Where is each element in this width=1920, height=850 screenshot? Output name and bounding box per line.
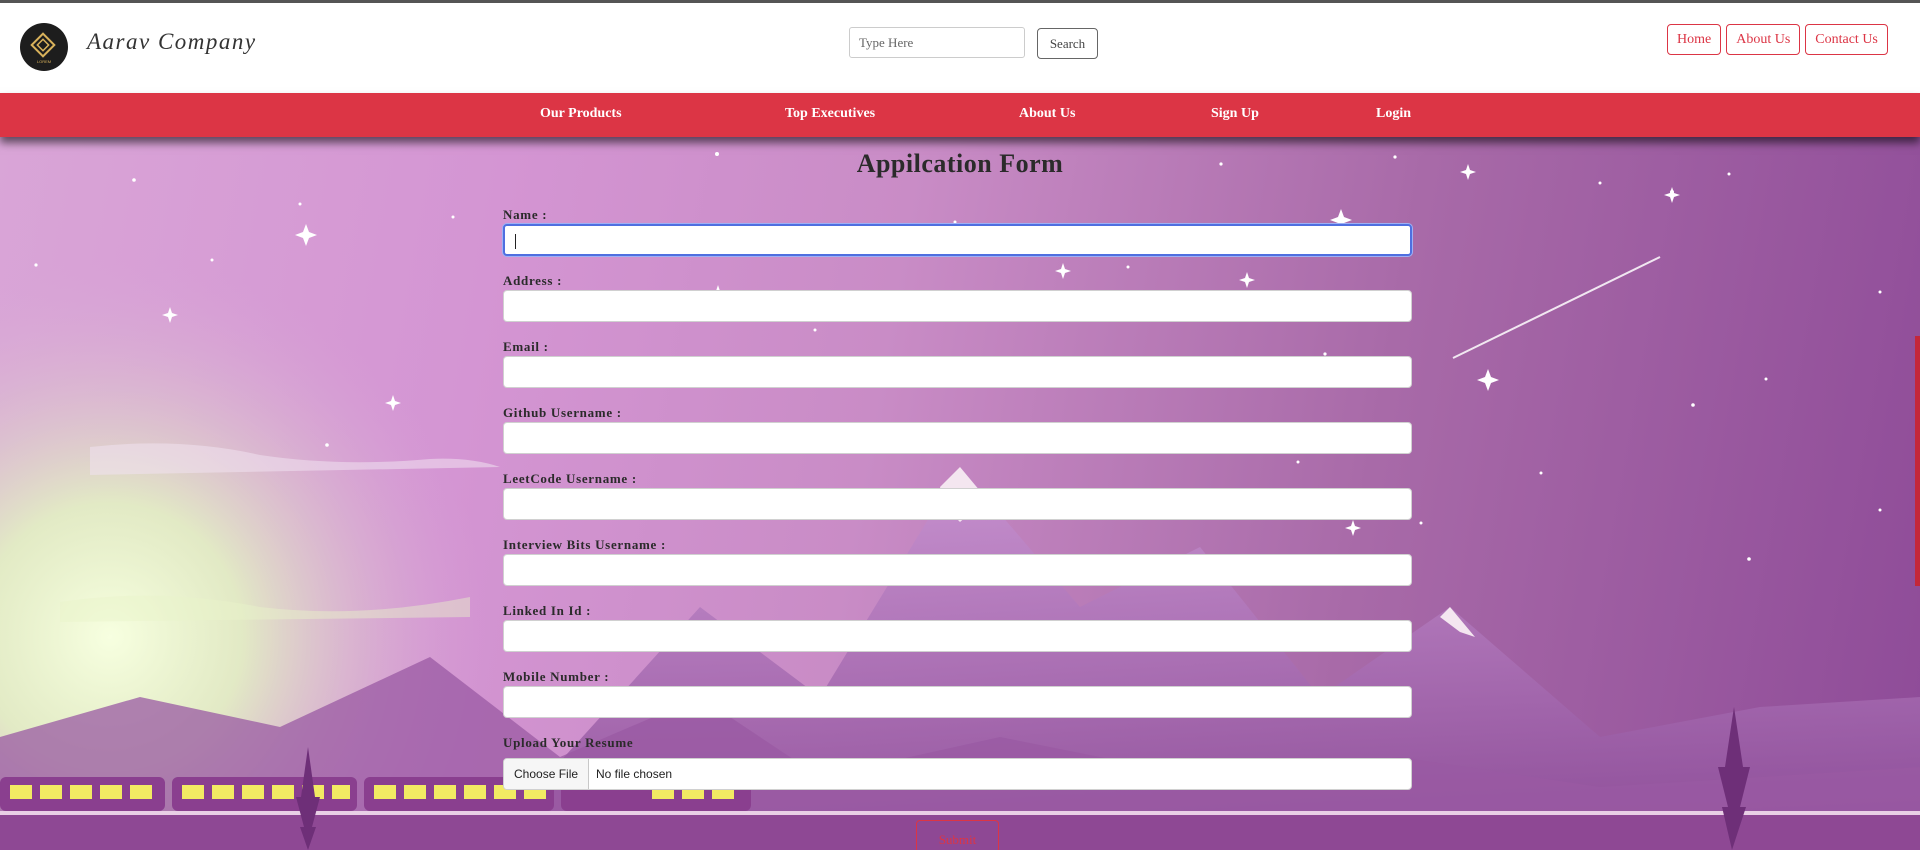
resume-label: Upload Your Resume (503, 735, 634, 750)
home-link[interactable]: Home (1667, 24, 1722, 55)
linkedin-id-field[interactable] (503, 620, 1412, 652)
email-field[interactable] (503, 356, 1412, 388)
mobile-number-label: Mobile Number : (503, 669, 610, 684)
mobile-number-field[interactable] (503, 686, 1412, 718)
leetcode-username-label: LeetCode Username : (503, 471, 637, 486)
name-label: Name : (503, 207, 548, 222)
choose-file-button[interactable]: Choose File (504, 759, 590, 789)
about-us-link[interactable]: About Us (1726, 24, 1801, 55)
resume-file-input[interactable]: Choose File No file chosen (503, 758, 1412, 790)
form-title: Appilcation Form (856, 149, 1064, 178)
github-username-field[interactable] (503, 422, 1412, 454)
scrollbar-thumb[interactable] (1915, 336, 1920, 586)
search-input[interactable] (849, 27, 1025, 58)
nav-top-executives[interactable]: Top Executives (785, 106, 875, 122)
top-links: Home About Us Contact Us (1667, 24, 1888, 55)
text-caret (515, 234, 516, 249)
leetcode-username-field[interactable] (503, 488, 1412, 520)
file-status-text: No file chosen (596, 767, 673, 781)
nav-about-us[interactable]: About Us (1019, 106, 1075, 122)
email-label: Email : (503, 339, 549, 354)
interviewbits-username-field[interactable] (503, 554, 1412, 586)
interviewbits-username-label: Interview Bits Username : (503, 537, 666, 552)
address-label: Address : (503, 273, 563, 288)
github-username-label: Github Username : (503, 405, 622, 420)
search-button[interactable]: Search (1037, 28, 1098, 59)
main-nav: Our Products Top Executives About Us Sig… (0, 93, 1920, 137)
linkedin-id-label: Linked In Id : (503, 603, 592, 618)
top-header: LOREM Aarav Company Search Home About Us… (0, 3, 1920, 93)
contact-us-link[interactable]: Contact Us (1805, 24, 1888, 55)
nav-sign-up[interactable]: Sign Up (1211, 106, 1259, 122)
company-logo-icon[interactable]: LOREM (20, 23, 68, 71)
brand-name[interactable]: Aarav Company (87, 29, 257, 55)
name-field[interactable] (503, 224, 1412, 256)
nav-login[interactable]: Login (1376, 106, 1411, 122)
logo-text: LOREM (37, 59, 51, 64)
nav-our-products[interactable]: Our Products (540, 106, 622, 122)
submit-button[interactable]: Submit (916, 820, 999, 850)
address-field[interactable] (503, 290, 1412, 322)
application-hero: Appilcation Form Name : Address : Email … (0, 137, 1920, 850)
